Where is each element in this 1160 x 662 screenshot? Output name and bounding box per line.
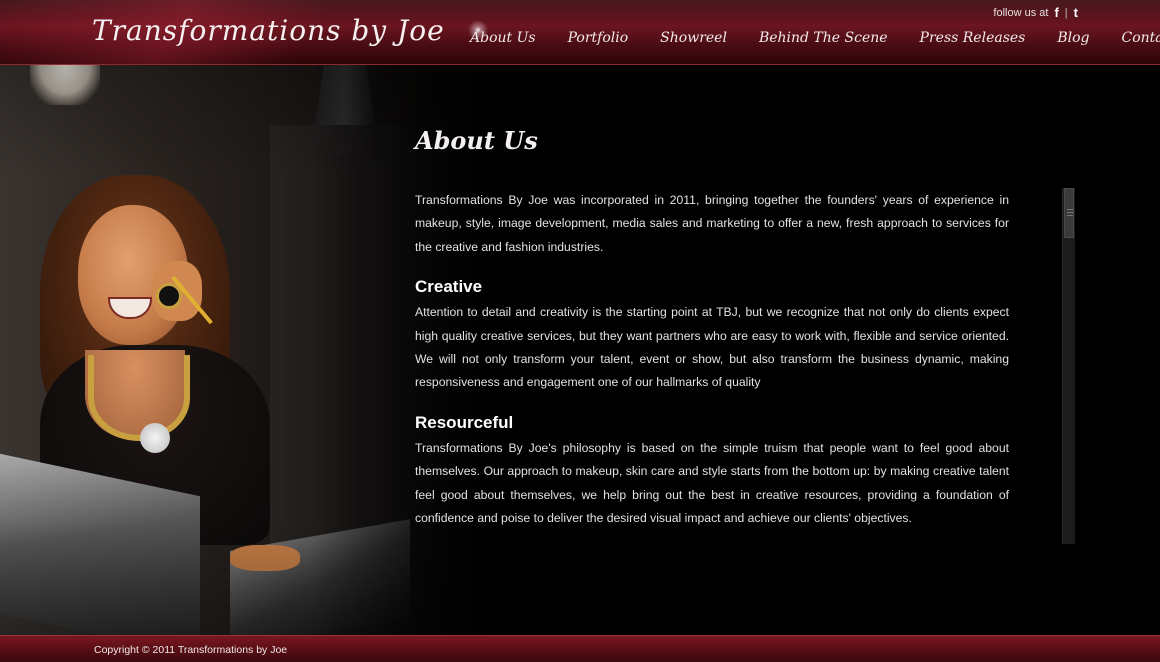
page-title: About Us <box>415 126 538 155</box>
nav-press-releases[interactable]: Press Releases <box>920 30 1026 46</box>
twitter-icon[interactable]: t <box>1074 5 1078 20</box>
thumb-grip-line <box>1067 212 1073 213</box>
content-scrollbar[interactable] <box>1062 188 1075 544</box>
nav-about-us[interactable]: About Us <box>470 30 536 46</box>
section-heading-resourceful: Resourceful <box>415 412 514 432</box>
site-header: Transformations by Joe follow us at f | … <box>0 0 1160 65</box>
about-content: About Us Transformations By Joe was inco… <box>415 126 1009 544</box>
site-footer: Copyright © 2011 Transformations by Joe <box>0 635 1160 662</box>
main-nav: About Us Portfolio Showreel Behind The S… <box>470 30 1160 46</box>
facebook-icon[interactable]: f <box>1054 5 1058 20</box>
site-logo[interactable]: Transformations by Joe <box>92 14 445 47</box>
nav-showreel[interactable]: Showreel <box>660 30 727 46</box>
thumb-grip-line <box>1067 209 1073 210</box>
scrollbar-thumb[interactable] <box>1064 188 1074 238</box>
intro-paragraph: Transformations By Joe was incorporated … <box>415 193 1009 254</box>
nav-blog[interactable]: Blog <box>1057 30 1089 46</box>
section-heading-creative: Creative <box>415 277 483 297</box>
nav-contact[interactable]: Contact <box>1122 30 1160 46</box>
nav-behind-the-scene[interactable]: Behind The Scene <box>759 30 888 46</box>
thumb-grip-line <box>1067 215 1073 216</box>
section-body-creative: Attention to detail and creativity is th… <box>415 305 1009 390</box>
follow-label: follow us at <box>993 6 1049 19</box>
social-separator: | <box>1064 6 1068 19</box>
follow-us: follow us at f | t <box>993 5 1078 20</box>
section-body-resourceful: Transformations By Joe's philosophy is b… <box>415 440 1009 526</box>
copyright-text: Copyright © 2011 Transformations by Joe <box>94 644 288 656</box>
nav-portfolio[interactable]: Portfolio <box>568 30 629 46</box>
